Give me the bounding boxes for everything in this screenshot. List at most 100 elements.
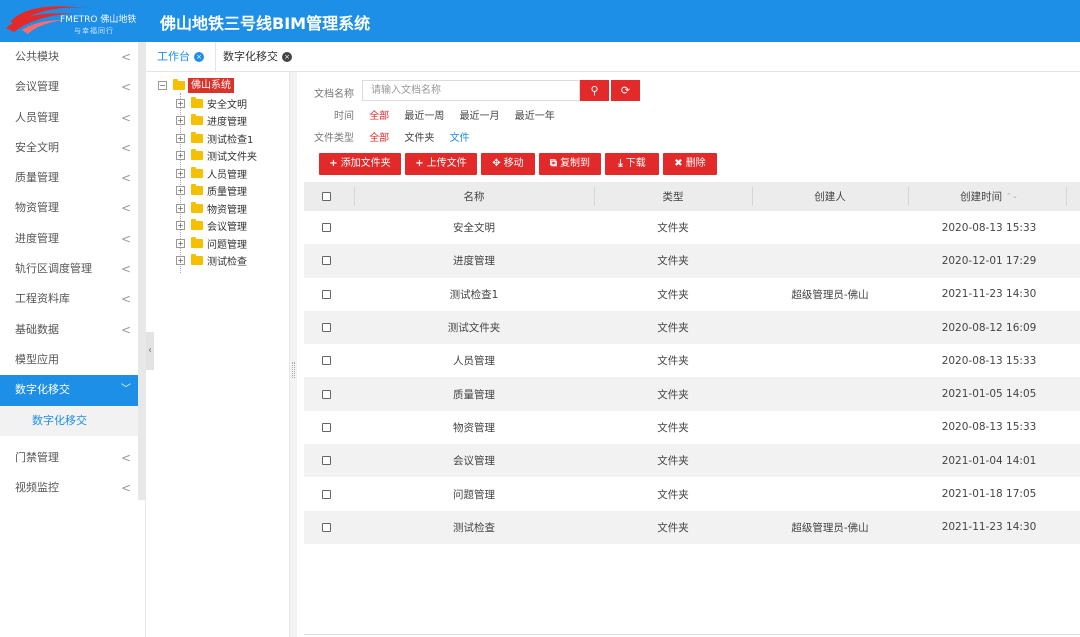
table-row[interactable]: 测试文件夹 文件夹 2020-08-12 16:09 [304,310,1080,345]
row-checkbox[interactable] [322,422,331,432]
tree-node[interactable]: + 测试检查 [176,253,247,269]
sidebar-item-quality[interactable]: 质量管理 < [0,163,145,193]
table-row[interactable]: 测试检查 文件夹 超级管理员-佛山 2021-11-23 14:30 [304,510,1080,544]
doc-name-search-input[interactable] [362,80,580,101]
tree-node[interactable]: + 测试检查1 [176,131,253,147]
table-row[interactable]: 问题管理 文件夹 2021-01-18 17:05 [304,477,1080,510]
search-button[interactable]: ⚲ [580,80,609,101]
expand-toggle-icon[interactable]: + [176,238,185,248]
tree-node[interactable]: + 会议管理 [176,218,247,234]
table-row[interactable]: 测试检查1 文件夹 超级管理员-佛山 2021-11-23 14:30 [304,278,1080,311]
upload-file-button[interactable]: + 上传文件 [405,153,477,175]
cell-name: 进度管理 [453,255,495,268]
tab-label: 数字化移交 [223,50,278,63]
select-all-checkbox[interactable] [322,192,331,201]
sidebar-item-model-app[interactable]: 模型应用 [0,345,145,375]
expand-toggle-icon[interactable]: + [176,256,185,265]
move-button[interactable]: ✥ 移动 [481,153,535,175]
refresh-button[interactable]: ⟳ [611,80,640,101]
sidebar-item-label: 门禁管理 [15,450,59,464]
panel-resize-handle[interactable] [289,72,297,637]
tree-node[interactable]: + 测试文件夹 [176,148,257,164]
time-option-month[interactable]: 最近一月 [460,107,500,122]
column-header-name[interactable]: 名称 [354,182,594,211]
tree-node[interactable]: + 安全文明 [176,96,247,112]
sidebar-item-video[interactable]: 视频监控 < [0,473,145,503]
download-button[interactable]: ⤓ 下载 [605,153,659,175]
time-option-all[interactable]: 全部 [369,107,389,122]
table-row[interactable]: 安全文明 文件夹 2020-08-13 15:33 [304,211,1080,244]
tree-node[interactable]: + 物资管理 [176,201,247,217]
expand-toggle-icon[interactable]: + [176,98,185,108]
row-checkbox[interactable] [322,256,331,266]
fmetro-logo[interactable]: FMETRO 佛山地铁 与幸福同行 [4,2,150,40]
sidebar-item-base-data[interactable]: 基础数据 < [0,315,145,345]
row-checkbox[interactable] [322,389,331,399]
expand-toggle-icon[interactable]: + [176,186,185,195]
tree-node-label: 测试文件夹 [207,152,257,163]
sort-icon[interactable]: ⌃⌄ [1006,193,1018,200]
tree-root-node[interactable]: − 佛山系统 [158,78,234,94]
row-checkbox[interactable] [322,356,331,366]
sidebar-item-meeting[interactable]: 会议管理 < [0,72,145,102]
expand-toggle-icon[interactable]: + [176,133,185,143]
tree-node[interactable]: + 人员管理 [176,166,247,182]
row-checkbox[interactable] [322,456,331,466]
collapse-toggle-icon[interactable]: − [158,81,167,90]
tab-workbench[interactable]: 工作台 × [157,42,204,72]
tree-node-label: 会议管理 [207,222,247,233]
sidebar-subitem-digital-handover[interactable]: 数字化移交 [0,405,145,436]
expand-toggle-icon[interactable]: + [176,203,185,213]
column-header-type[interactable]: 类型 [594,182,752,211]
cell-type: 文件夹 [657,222,689,235]
table-row[interactable]: 会议管理 文件夹 2021-01-04 14:01 [304,444,1080,478]
add-folder-button[interactable]: + 添加文件夹 [319,153,401,175]
sidebar-collapse-handle[interactable]: ‹ [146,332,154,370]
sidebar-item-digital-handover[interactable]: 数字化移交 ﹀ [0,375,145,406]
sidebar-item-label: 安全文明 [15,140,59,154]
sidebar-item-materials[interactable]: 物资管理 < [0,193,145,223]
sidebar-item-track-dispatch[interactable]: 轨行区调度管理 < [0,254,145,284]
expand-toggle-icon[interactable]: + [176,221,185,230]
column-header-creator[interactable]: 创建人 [752,182,908,211]
time-option-week[interactable]: 最近一周 [404,107,444,122]
type-option-file[interactable]: 文件 [450,129,470,144]
sidebar-item-eng-library[interactable]: 工程资料库 < [0,284,145,314]
cell-name: 测试文件夹 [447,322,501,335]
row-checkbox[interactable] [322,489,331,499]
sidebar-item-access-control[interactable]: 门禁管理 < [0,443,145,473]
expand-toggle-icon[interactable]: + [176,116,185,125]
sidebar-item-label: 模型应用 [15,352,59,366]
row-checkbox[interactable] [322,522,331,532]
sidebar-item-public[interactable]: 公共模块 < [0,42,145,72]
delete-button[interactable]: ✖ 删除 [663,153,717,175]
copy-to-button[interactable]: ⧉ 复制到 [539,153,601,175]
tree-node[interactable]: + 问题管理 [176,236,247,252]
row-checkbox[interactable] [322,289,331,299]
sidebar-item-progress[interactable]: 进度管理 < [0,224,145,254]
tree-node[interactable]: + 质量管理 [176,183,247,199]
type-option-all[interactable]: 全部 [369,129,389,144]
close-icon[interactable]: × [282,52,292,62]
expand-toggle-icon[interactable]: + [176,151,185,160]
column-header-created-time[interactable]: 创建时间 ⌃⌄ [908,182,1070,211]
row-checkbox[interactable] [322,323,331,333]
time-option-year[interactable]: 最近一年 [515,107,555,122]
sidebar-item-personnel[interactable]: 人员管理 < [0,103,145,133]
sidebar-item-safety[interactable]: 安全文明 < [0,133,145,163]
table-row[interactable]: 人员管理 文件夹 2020-08-13 15:33 [304,344,1080,377]
tree-node[interactable]: + 进度管理 [176,113,247,129]
row-checkbox[interactable] [322,223,331,233]
table-row[interactable]: 质量管理 文件夹 2021-01-05 14:05 [304,377,1080,411]
tree-root-label[interactable]: 佛山系统 [188,78,234,93]
expand-toggle-icon[interactable]: + [176,168,185,178]
cell-name: 质量管理 [453,388,495,401]
table-row[interactable]: 物资管理 文件夹 2020-08-13 15:33 [304,411,1080,444]
cell-created-time: 2020-08-13 15:33 [941,421,1037,434]
tab-digital-handover[interactable]: 数字化移交 × [223,42,292,72]
sidebar-scrollbar[interactable] [138,42,146,500]
close-icon[interactable]: × [194,52,204,62]
table-row[interactable]: 进度管理 文件夹 2020-12-01 17:29 [304,244,1080,278]
type-option-folder[interactable]: 文件夹 [404,129,434,144]
